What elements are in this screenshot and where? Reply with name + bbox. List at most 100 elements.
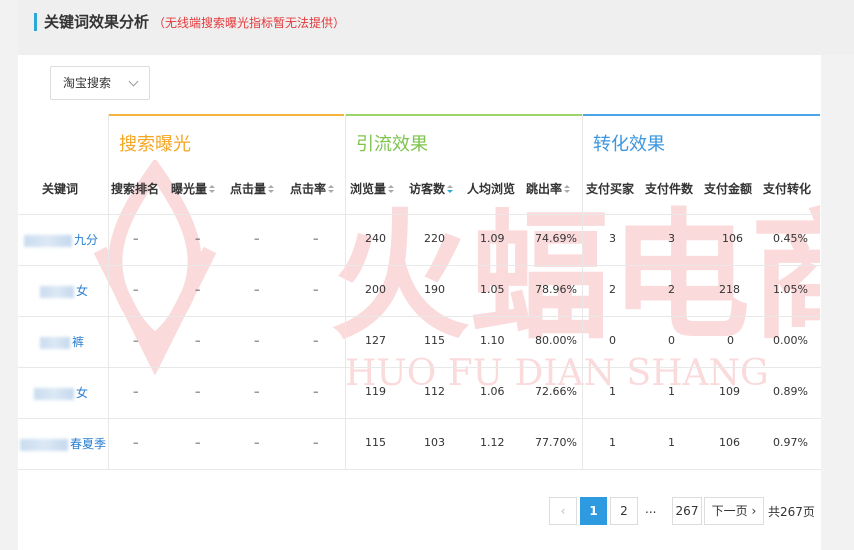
group-conversion: 转化效果 bbox=[582, 114, 820, 166]
source-select[interactable]: 淘宝搜索 bbox=[50, 66, 150, 100]
cell-impressions: – bbox=[195, 385, 201, 398]
cell-amount: 0 bbox=[727, 334, 734, 347]
col-impressions[interactable]: 曝光量 bbox=[171, 180, 216, 197]
table-row: 裤 – – – – 127 115 1.10 80.00% 0 0 0 0.00… bbox=[0, 316, 854, 367]
sort-icon[interactable] bbox=[388, 185, 395, 194]
cell-amount: 218 bbox=[719, 283, 740, 296]
cell-search-rank: – bbox=[133, 334, 139, 347]
cell-impressions: – bbox=[195, 283, 201, 296]
cell-bounce-rate: 77.70% bbox=[535, 436, 577, 449]
pagination-page-2[interactable]: 2 bbox=[610, 497, 638, 525]
group-traffic: 引流效果 bbox=[345, 114, 582, 166]
cell-ctr: – bbox=[313, 385, 319, 398]
chevron-right-icon: › bbox=[751, 504, 757, 518]
sort-icon[interactable] bbox=[328, 185, 335, 194]
cell-conversion: 0.89% bbox=[773, 385, 808, 398]
sort-icon[interactable] bbox=[268, 185, 275, 194]
cell-avg-pv: 1.05 bbox=[480, 283, 505, 296]
cell-items: 2 bbox=[668, 283, 675, 296]
cell-pageviews: 127 bbox=[365, 334, 386, 347]
page-title-text: 关键词效果分析 bbox=[44, 13, 150, 31]
cell-pageviews: 200 bbox=[365, 283, 386, 296]
cell-amount: 109 bbox=[719, 385, 740, 398]
cell-amount: 106 bbox=[722, 232, 743, 245]
cell-bounce-rate: 74.69% bbox=[535, 232, 577, 245]
cell-amount: 106 bbox=[719, 436, 740, 449]
cell-buyers: 0 bbox=[609, 334, 616, 347]
cell-avg-pv: 1.09 bbox=[480, 232, 505, 245]
pagination-ellipsis: ... bbox=[645, 502, 657, 516]
cell-ctr: – bbox=[313, 232, 319, 245]
group-label-search-exposure: 搜索曝光 bbox=[119, 134, 191, 155]
cell-bounce-rate: 72.66% bbox=[535, 385, 577, 398]
cell-impressions: – bbox=[195, 232, 201, 245]
cell-pageviews: 119 bbox=[365, 385, 386, 398]
cell-items: 3 bbox=[668, 232, 675, 245]
page-title: 关键词效果分析 （无线端搜索曝光指标暂无法提供） bbox=[44, 11, 345, 32]
table-row: 九分 – – – – 240 220 1.09 74.69% 3 3 106 0… bbox=[0, 214, 854, 265]
sort-desc-icon[interactable] bbox=[447, 185, 454, 194]
pagination-page-1[interactable]: 1 bbox=[580, 497, 607, 525]
col-pageviews[interactable]: 浏览量 bbox=[350, 180, 395, 197]
col-bounce-rate[interactable]: 跳出率 bbox=[526, 180, 571, 197]
cell-impressions: – bbox=[195, 436, 201, 449]
pagination-next-button[interactable]: 下一页 › bbox=[704, 497, 764, 525]
next-label: 下一页 bbox=[711, 504, 748, 518]
cell-visitors: 115 bbox=[424, 334, 445, 347]
divider bbox=[18, 469, 821, 470]
group-label-conversion: 转化效果 bbox=[593, 134, 665, 155]
cell-ctr: – bbox=[313, 283, 319, 296]
keyword-link[interactable]: 裤 bbox=[40, 333, 84, 350]
cell-avg-pv: 1.10 bbox=[480, 334, 505, 347]
pagination-prev-button[interactable]: ‹ bbox=[549, 497, 577, 525]
sort-icon[interactable] bbox=[564, 185, 571, 194]
cell-buyers: 2 bbox=[609, 283, 616, 296]
cell-visitors: 190 bbox=[424, 283, 445, 296]
col-conversion: 支付转化 bbox=[763, 182, 812, 196]
col-bounce-rate-label: 跳出率 bbox=[526, 182, 563, 196]
pagination-page-last[interactable]: 267 bbox=[672, 497, 702, 525]
table-row: 春夏季 – – – – 115 103 1.12 77.70% 1 1 106 … bbox=[0, 418, 854, 469]
cell-avg-pv: 1.12 bbox=[480, 436, 505, 449]
col-clicks-label: 点击量 bbox=[230, 182, 267, 196]
cell-conversion: 0.45% bbox=[773, 232, 808, 245]
cell-items: 1 bbox=[668, 385, 675, 398]
title-note: （无线端搜索曝光指标暂无法提供） bbox=[153, 16, 346, 30]
cell-clicks: – bbox=[254, 436, 260, 449]
col-visitors[interactable]: 访客数 bbox=[409, 180, 454, 197]
cell-bounce-rate: 80.00% bbox=[535, 334, 577, 347]
col-items: 支付件数 bbox=[645, 182, 694, 196]
cell-pageviews: 240 bbox=[365, 232, 386, 245]
chevron-down-icon bbox=[128, 76, 139, 87]
cell-search-rank: – bbox=[133, 283, 139, 296]
keyword-link[interactable]: 九分 bbox=[24, 231, 98, 248]
cell-clicks: – bbox=[254, 232, 260, 245]
cell-clicks: – bbox=[254, 385, 260, 398]
cell-items: 1 bbox=[668, 436, 675, 449]
col-impressions-label: 曝光量 bbox=[171, 182, 208, 196]
cell-clicks: – bbox=[254, 334, 260, 347]
keyword-link[interactable]: 春夏季 bbox=[20, 435, 106, 452]
sort-icon[interactable] bbox=[209, 185, 216, 194]
chevron-left-icon: ‹ bbox=[560, 504, 566, 518]
source-select-value: 淘宝搜索 bbox=[63, 76, 112, 90]
cell-items: 0 bbox=[668, 334, 675, 347]
col-clicks[interactable]: 点击量 bbox=[230, 180, 275, 197]
col-ctr[interactable]: 点击率 bbox=[290, 180, 335, 197]
cell-search-rank: – bbox=[133, 436, 139, 449]
col-ctr-label: 点击率 bbox=[290, 182, 327, 196]
cell-buyers: 3 bbox=[609, 232, 616, 245]
keyword-link[interactable]: 女 bbox=[40, 282, 88, 299]
col-amount: 支付金额 bbox=[704, 182, 753, 196]
keyword-link[interactable]: 女 bbox=[34, 384, 88, 401]
table-row: 女 – – – – 200 190 1.05 78.96% 2 2 218 1.… bbox=[0, 265, 854, 316]
pagination-total: 共267页 bbox=[768, 505, 815, 519]
col-visitors-label: 访客数 bbox=[409, 182, 446, 196]
col-search-rank: 搜索排名 bbox=[111, 182, 160, 196]
group-label-traffic: 引流效果 bbox=[356, 134, 428, 155]
cell-conversion: 1.05% bbox=[773, 283, 808, 296]
cell-conversion: 0.00% bbox=[773, 334, 808, 347]
cell-visitors: 220 bbox=[424, 232, 445, 245]
cell-buyers: 1 bbox=[609, 436, 616, 449]
cell-avg-pv: 1.06 bbox=[480, 385, 505, 398]
